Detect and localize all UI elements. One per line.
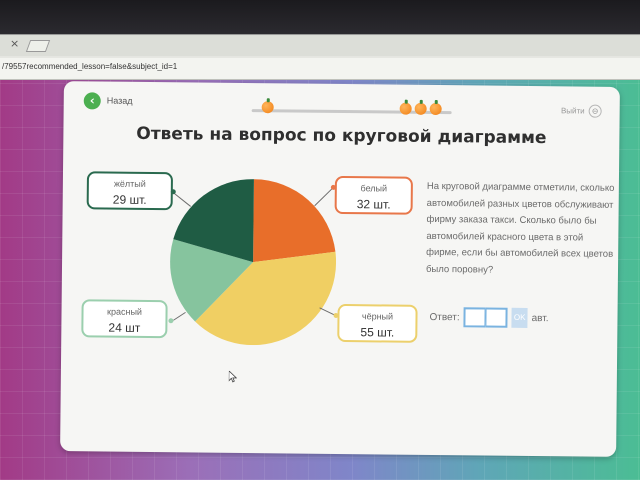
exit-label: Выйти	[560, 106, 585, 116]
ok-button[interactable]: OK	[511, 307, 528, 328]
label-white: белый 32 шт.	[334, 175, 413, 215]
exit-icon: ⊖	[588, 104, 602, 118]
orange-icon	[414, 102, 427, 115]
answer-input-2[interactable]	[485, 307, 508, 328]
answer-unit: авт.	[531, 312, 549, 324]
label-yellow-name: жёлтый	[113, 178, 146, 189]
page-title: Ответь на вопрос по круговой диаграмме	[136, 123, 547, 149]
answer-input-1[interactable]	[463, 307, 486, 328]
mouse-cursor-icon	[228, 370, 237, 383]
label-red-dot	[168, 318, 174, 324]
orange-icon	[399, 102, 412, 115]
label-yellow-count: 29 шт.	[112, 192, 147, 207]
label-yellow: жёлтый 29 шт.	[86, 171, 174, 211]
exit-button[interactable]: Выйти ⊖	[560, 104, 602, 118]
url-text[interactable]: /79557recommended_lesson=false&subject_i…	[2, 62, 177, 71]
back-label: Назад	[106, 95, 133, 106]
answer-label: Ответ:	[429, 311, 460, 323]
orange-icon	[261, 101, 274, 114]
orange-icon	[429, 102, 442, 116]
tab-strip	[0, 36, 640, 56]
label-red: красный 24 шт	[81, 299, 168, 339]
tab-close-icon[interactable]: ×	[10, 38, 22, 50]
label-black-count: 55 шт.	[360, 325, 395, 340]
lesson-card: ‹ Назад Выйти ⊖ Ответь на вопрос по круг…	[60, 81, 620, 457]
label-black-dot	[333, 312, 339, 318]
answer-row: Ответ: OK авт.	[429, 307, 549, 328]
pie-slice-белый	[253, 179, 336, 263]
label-red-name: красный	[107, 306, 143, 317]
label-white-dot	[330, 184, 336, 190]
back-button[interactable]: ‹ Назад	[83, 91, 133, 110]
label-black-name: чёрный	[361, 311, 394, 322]
arrow-left-icon: ‹	[83, 91, 101, 109]
question-text: На круговой диаграмме отметили, сколько …	[425, 180, 615, 276]
label-black: чёрный 55 шт.	[337, 303, 418, 343]
pie-chart	[170, 179, 337, 346]
label-white-name: белый	[360, 183, 388, 194]
label-white-count: 32 шт.	[356, 197, 391, 212]
label-red-count: 24 шт	[108, 320, 141, 335]
label-yellow-dot	[170, 189, 176, 195]
